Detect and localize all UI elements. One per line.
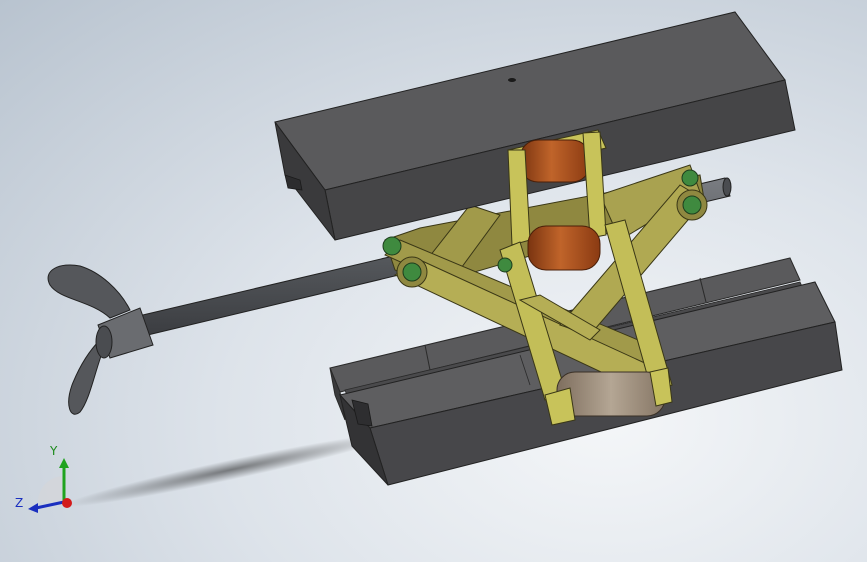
view-triad[interactable]: [28, 458, 72, 513]
middle-roller[interactable]: [527, 225, 601, 271]
floor-shadow: [63, 433, 397, 507]
triad-y-label: Y: [50, 444, 58, 458]
wing-handle[interactable]: [47, 264, 154, 415]
3d-viewport[interactable]: Y Z: [0, 0, 867, 562]
bolt-hole: [508, 78, 516, 82]
triad-x-axis: [62, 498, 72, 508]
triad-z-axis: [35, 500, 65, 510]
model-view[interactable]: [0, 0, 867, 562]
triad-z-label: Z: [15, 496, 24, 510]
